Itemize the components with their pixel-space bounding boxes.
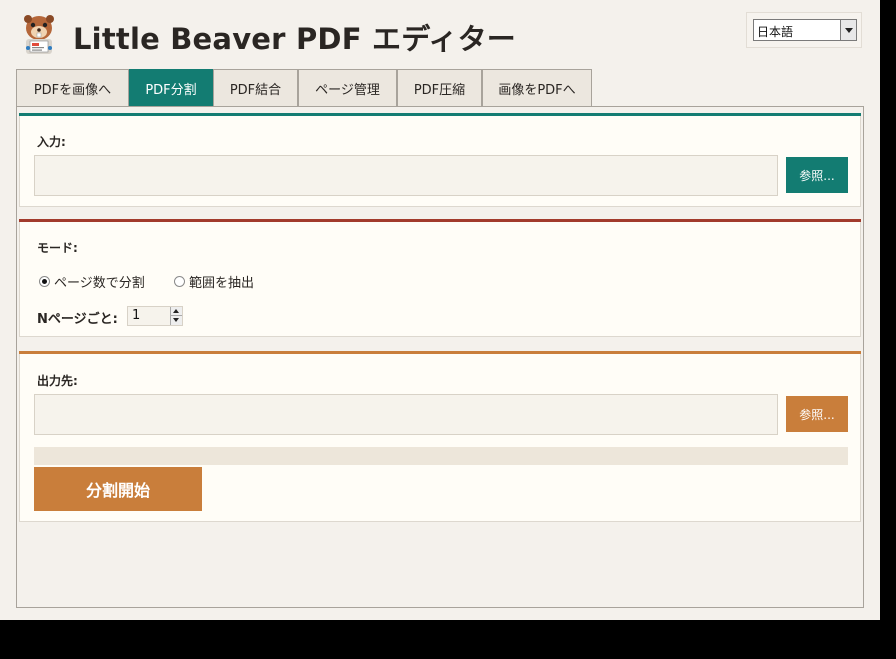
mode-section: モード: ページ数で分割 範囲を抽出 Nページごと: 1 [19,219,861,337]
tab-label: PDF圧縮 [413,82,466,98]
language-select-value: 日本語 [757,25,794,39]
tab-pdf-to-image[interactable]: PDFを画像へ [16,69,129,106]
output-browse-button[interactable]: 参照... [786,396,848,432]
mode-label: モード: [37,241,78,255]
output-label: 出力先: [37,374,78,388]
output-section: 出力先: 参照... 分割開始 [19,351,861,522]
input-browse-button[interactable]: 参照... [786,157,848,193]
chevron-down-icon[interactable] [840,20,856,40]
radio-button[interactable] [174,276,185,287]
radio-label: ページ数で分割 [54,276,145,291]
language-select[interactable]: 日本語 [753,19,857,41]
tab-label: PDF分割 [145,83,197,98]
pages-per-file-label: Nページごと: [37,312,118,327]
start-split-button[interactable]: 分割開始 [34,467,202,511]
beaver-mascot-icon [24,15,54,54]
input-section: 入力: 参照... [19,113,861,207]
app-window: Little Beaver PDF エディター 日本語 PDFを画像へ PDF分… [0,0,880,620]
input-label: 入力: [37,135,66,149]
output-folder-field[interactable] [34,394,778,435]
tab-label: PDF結合 [229,82,282,98]
tab-panel-pdf-split: 入力: 参照... モード: ページ数で分割 範囲を抽出 Nページごと: 1 出… [16,106,864,608]
spin-up-icon[interactable] [170,307,182,316]
radio-label: 範囲を抽出 [189,276,255,291]
tab-pdf-split[interactable]: PDF分割 [129,69,213,107]
input-file-field[interactable] [34,155,778,196]
spin-down-icon[interactable] [170,316,182,325]
language-selector-frame: 日本語 [746,12,862,48]
output-section-accent [19,351,861,354]
tab-label: 画像をPDFへ [498,82,576,98]
tab-label: ページ管理 [315,82,380,98]
tab-pdf-compress[interactable]: PDF圧縮 [397,69,482,106]
pages-per-file-value: 1 [132,308,141,323]
tab-image-to-pdf[interactable]: 画像をPDFへ [482,69,592,106]
pages-per-file-spinbox[interactable]: 1 [127,306,183,326]
mode-section-accent [19,219,861,222]
progress-bar [34,447,848,465]
tab-label: PDFを画像へ [33,82,112,98]
input-section-accent [19,113,861,116]
radio-split-by-pages[interactable]: ページ数で分割 [39,272,145,291]
app-title: Little Beaver PDF エディター [73,22,516,56]
radio-extract-range[interactable]: 範囲を抽出 [174,272,254,291]
tab-page-management[interactable]: ページ管理 [298,69,397,106]
tab-pdf-merge[interactable]: PDF結合 [213,69,298,106]
radio-button[interactable] [39,276,50,287]
